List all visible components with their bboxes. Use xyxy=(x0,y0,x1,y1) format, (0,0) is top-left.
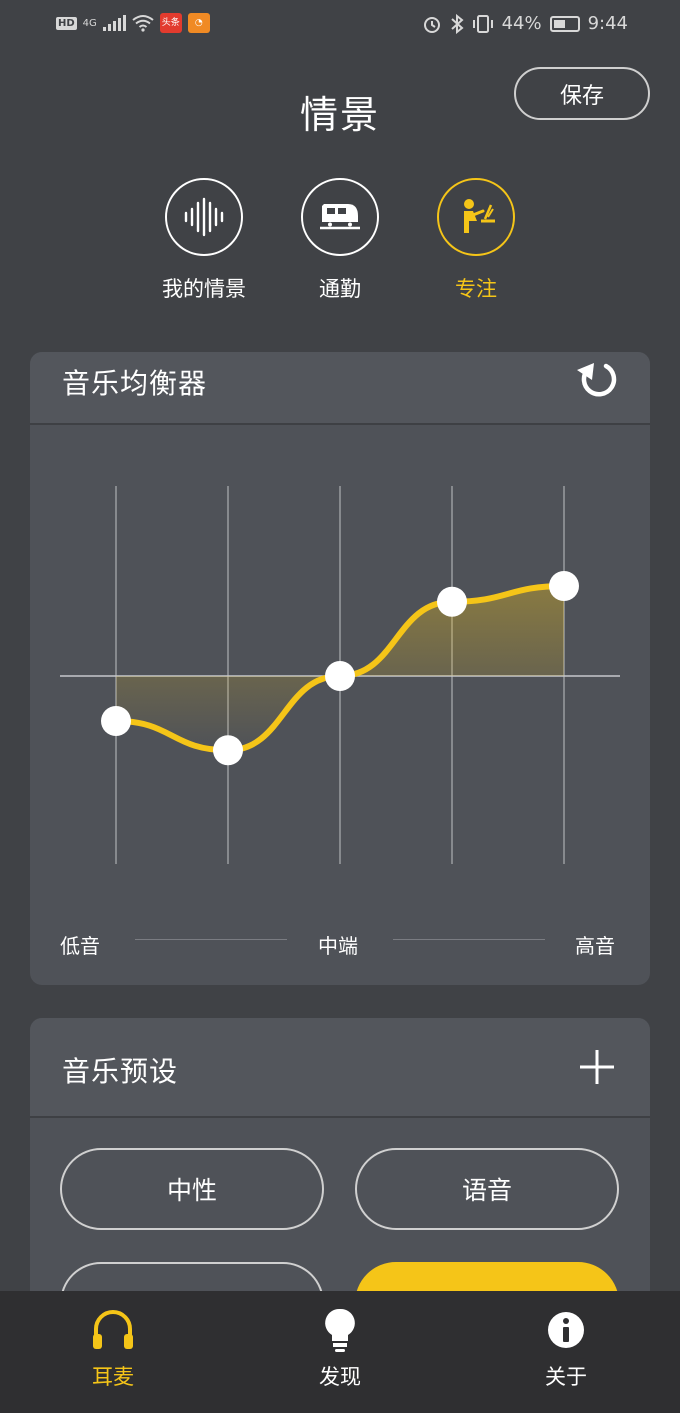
nav-about[interactable]: 关于 xyxy=(506,1305,626,1391)
band-label-low: 低音 xyxy=(60,934,100,958)
status-bar: HD 4G 头条 ◔ 44% 9:44 xyxy=(0,0,680,50)
mode-circle[interactable] xyxy=(301,178,379,256)
train-icon xyxy=(320,204,360,230)
vibrate-icon xyxy=(472,14,493,33)
mode-circle[interactable] xyxy=(437,178,515,256)
battery-percent: 44% xyxy=(501,13,542,34)
nav-discover[interactable]: 发现 xyxy=(280,1305,400,1391)
band-label-mid: 中端 xyxy=(318,934,358,958)
lightbulb-icon xyxy=(325,1308,355,1352)
waveform-icon xyxy=(184,197,224,237)
focus-desk-icon xyxy=(464,199,495,233)
uc-app-icon: ◔ xyxy=(187,13,210,33)
nav-label: 耳麦 xyxy=(92,1365,134,1389)
plus-icon[interactable] xyxy=(578,1048,616,1086)
band-divider xyxy=(135,939,287,940)
equalizer-card: 音乐均衡器 低音 中端 高音 xyxy=(30,352,650,985)
equalizer-graph[interactable] xyxy=(30,426,650,906)
band-divider xyxy=(393,939,545,940)
mode-circle[interactable] xyxy=(165,178,243,256)
info-icon xyxy=(548,1312,584,1348)
clock: 9:44 xyxy=(587,13,628,34)
preset-neutral[interactable]: 中性 xyxy=(60,1148,324,1230)
band-handle-4[interactable] xyxy=(437,586,467,617)
network-type: 4G xyxy=(82,17,97,29)
bottom-nav: 耳麦 发现 关于 xyxy=(0,1291,680,1413)
reset-icon[interactable] xyxy=(574,356,622,404)
nav-label: 发现 xyxy=(319,1365,361,1389)
mode-focus[interactable]: 专注 xyxy=(411,178,541,303)
band-handle-3[interactable] xyxy=(325,661,355,691)
band-handle-1[interactable] xyxy=(101,706,131,736)
mode-commute[interactable]: 通勤 xyxy=(275,178,405,303)
mode-label: 通勤 xyxy=(319,277,361,301)
presets-title: 音乐预设 xyxy=(62,1055,179,1088)
signal-icon xyxy=(102,15,126,31)
band-handle-2[interactable] xyxy=(213,735,243,766)
alarm-icon xyxy=(423,16,440,33)
battery-icon xyxy=(549,15,580,32)
equalizer-header: 音乐均衡器 xyxy=(30,352,650,425)
status-left: HD 4G 头条 ◔ xyxy=(56,13,210,33)
nav-label: 关于 xyxy=(545,1365,587,1389)
mode-label: 专注 xyxy=(455,277,497,301)
news-app-icon: 头条 xyxy=(159,13,182,33)
bluetooth-icon xyxy=(450,13,464,34)
save-button[interactable]: 保存 xyxy=(514,67,650,120)
presets-header: 音乐预设 xyxy=(30,1018,650,1118)
presets-card: 音乐预设 中性 语音 xyxy=(30,1018,650,1344)
hd-indicator: HD xyxy=(56,16,77,30)
nav-headset[interactable]: 耳麦 xyxy=(53,1305,173,1391)
wifi-icon xyxy=(132,15,154,32)
band-handle-5[interactable] xyxy=(549,571,579,601)
status-right: 44% 9:44 xyxy=(422,13,628,34)
headphones-icon xyxy=(93,1310,133,1349)
equalizer-title: 音乐均衡器 xyxy=(62,367,208,400)
band-label-high: 高音 xyxy=(575,934,615,958)
preset-voice[interactable]: 语音 xyxy=(355,1148,619,1230)
mode-my-scene[interactable]: 我的情景 xyxy=(139,178,269,303)
mode-label: 我的情景 xyxy=(162,277,246,301)
